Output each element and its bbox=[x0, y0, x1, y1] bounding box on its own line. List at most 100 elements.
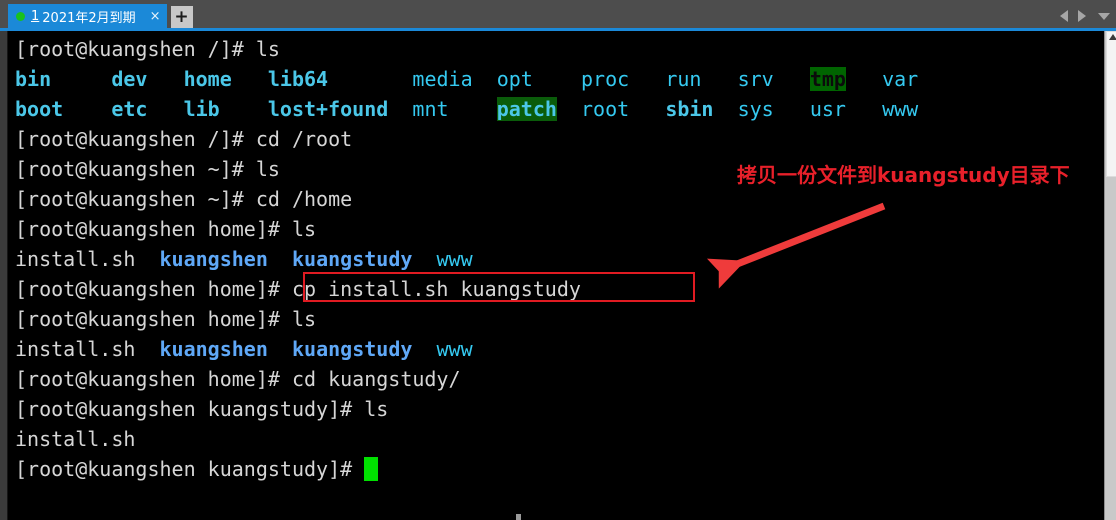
terminal-line: [root@kuangshen /]# cd /root bbox=[9, 124, 1104, 154]
terminal-text-segment: sbin bbox=[665, 97, 714, 121]
terminal-line: [root@kuangshen kuangstudy]# ls bbox=[9, 394, 1104, 424]
terminal-text-segment: [root@kuangshen home]# ls bbox=[15, 307, 317, 331]
terminal-text-segment: run bbox=[665, 67, 702, 91]
tab-bar: 1 2021年2月到期 × + bbox=[0, 0, 1116, 28]
terminal-text-segment: proc bbox=[581, 67, 630, 91]
terminal-text-segment: www bbox=[436, 247, 473, 271]
terminal-line: boot etc lib lost+found mnt patch root s… bbox=[9, 94, 1104, 124]
terminal-text-segment: lib64 bbox=[267, 67, 329, 91]
terminal-line: install.sh kuangshen kuangstudy www bbox=[9, 244, 1104, 274]
vertical-scrollbar[interactable] bbox=[1104, 31, 1116, 520]
terminal-line: [root@kuangshen ~]# ls bbox=[9, 154, 1104, 184]
terminal-text-segment: dev bbox=[111, 67, 148, 91]
tab-bar-controls bbox=[1055, 4, 1116, 28]
terminal-text-segment: patch bbox=[496, 97, 557, 121]
terminal-text-segment: kuangshen bbox=[159, 337, 268, 361]
terminal-text-segment: [root@kuangshen home]# ls bbox=[15, 217, 317, 241]
tab-number: 1 bbox=[31, 8, 40, 24]
tab-item-active[interactable]: 1 2021年2月到期 × bbox=[8, 4, 167, 28]
terminal-text-segment: etc bbox=[111, 97, 148, 121]
terminal-text-segment: install.sh bbox=[15, 427, 136, 451]
terminal-text-segment: [root@kuangshen ~]# cd /home bbox=[15, 187, 353, 211]
new-tab-button[interactable]: + bbox=[170, 6, 193, 28]
bottom-marker bbox=[516, 514, 521, 520]
terminal-text-segment: tmp bbox=[809, 67, 846, 91]
terminal-text-segment: usr bbox=[809, 97, 846, 121]
terminal-text-segment: var bbox=[882, 67, 919, 91]
tab-title: 2021年2月到期 bbox=[42, 10, 136, 26]
terminal-text-segment: lib bbox=[183, 97, 220, 121]
tab-status-dot-icon bbox=[16, 11, 25, 21]
terminal-text-segment: [root@kuangshen kuangstudy]# bbox=[15, 457, 365, 481]
terminal-text-segment: boot bbox=[15, 97, 64, 121]
terminal-text-segment: sys bbox=[737, 97, 774, 121]
scrollbar-thumb[interactable] bbox=[1106, 31, 1116, 177]
terminal-text-segment: www bbox=[882, 97, 919, 121]
terminal-text-segment: kuangshen bbox=[159, 247, 268, 271]
terminal-text-segment: [root@kuangshen /]# cd /root bbox=[15, 127, 353, 151]
terminal-line: bin dev home lib64 media opt proc run sr… bbox=[9, 64, 1104, 94]
terminal-line: install.sh bbox=[9, 424, 1104, 454]
terminal-output[interactable]: [root@kuangshen /]# ls bin dev home lib64… bbox=[9, 31, 1104, 520]
terminal-line: [root@kuangshen ~]# cd /home bbox=[9, 184, 1104, 214]
terminal-text-segment: [root@kuangshen kuangstudy]# ls bbox=[15, 397, 389, 421]
terminal-text-segment: kuangstudy bbox=[291, 247, 413, 271]
terminal-text-segment: install.sh bbox=[15, 247, 136, 271]
terminal-text-segment: home bbox=[183, 67, 232, 91]
scroll-up-arrow-icon[interactable] bbox=[1109, 34, 1116, 40]
terminal-text-segment: srv bbox=[737, 67, 774, 91]
terminal-line: [root@kuangshen home]# ls bbox=[9, 214, 1104, 244]
terminal-text-segment: [root@kuangshen home]# cd kuangstudy/ bbox=[15, 367, 461, 391]
terminal-left-gutter bbox=[0, 31, 8, 520]
terminal-text-segment: bin bbox=[15, 67, 52, 91]
terminal-text-segment: www bbox=[436, 337, 473, 361]
triangle-right-icon[interactable] bbox=[1078, 10, 1086, 22]
terminal-text-segment: media bbox=[412, 67, 473, 91]
terminal-line: [root@kuangshen /]# ls bbox=[9, 34, 1104, 64]
terminal-text-segment: [root@kuangshen home]# cp install.sh kua… bbox=[15, 277, 581, 301]
terminal-text-segment: kuangstudy bbox=[291, 337, 413, 361]
terminal-text-segment: root bbox=[581, 97, 630, 121]
terminal-line: [root@kuangshen home]# ls bbox=[9, 304, 1104, 334]
triangle-left-icon[interactable] bbox=[1060, 10, 1068, 22]
chevron-down-icon[interactable] bbox=[1098, 12, 1110, 20]
terminal-cursor bbox=[364, 457, 379, 481]
terminal-window: 1 2021年2月到期 × + [root@kuangshen /]# ls bi… bbox=[0, 0, 1116, 520]
terminal-text-segment: lost+found bbox=[267, 97, 389, 121]
terminal-line: install.sh kuangshen kuangstudy www bbox=[9, 334, 1104, 364]
terminal-text-segment: [root@kuangshen /]# ls bbox=[15, 37, 280, 61]
terminal-text-segment: mnt bbox=[412, 97, 449, 121]
terminal-line: [root@kuangshen home]# cp install.sh kua… bbox=[9, 274, 1104, 304]
terminal-text-segment: opt bbox=[496, 67, 533, 91]
terminal-text-segment: install.sh bbox=[15, 337, 136, 361]
terminal-line: [root@kuangshen kuangstudy]# bbox=[9, 454, 1104, 484]
tab-close-icon[interactable]: × bbox=[150, 10, 161, 23]
terminal-text-segment: [root@kuangshen ~]# ls bbox=[15, 157, 280, 181]
